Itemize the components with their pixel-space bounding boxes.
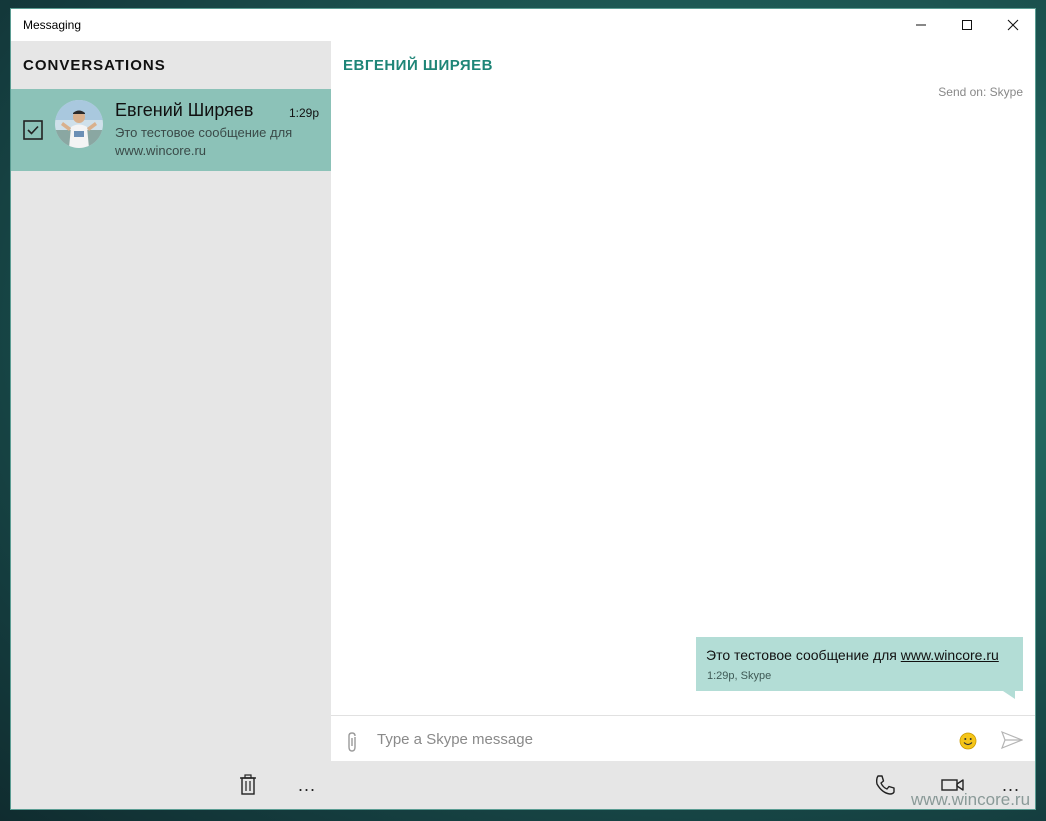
close-icon bbox=[1007, 19, 1019, 31]
contact-name: Евгений Ширяев bbox=[115, 100, 254, 120]
smiley-icon bbox=[959, 732, 977, 750]
message-bubble-tail bbox=[1003, 691, 1015, 699]
maximize-button[interactable] bbox=[944, 9, 990, 41]
delete-button[interactable] bbox=[230, 767, 266, 803]
conversation-item[interactable]: Евгений Ширяев 1:29p Это тестовое сообще… bbox=[11, 89, 331, 171]
send-button[interactable] bbox=[1000, 730, 1024, 754]
chat-contact-title: ЕВГЕНИЙ ШИРЯЕВ bbox=[343, 57, 494, 74]
message-link[interactable]: www.wincore.ru bbox=[901, 647, 999, 663]
message-meta: 1:29p, Skype bbox=[707, 670, 772, 682]
conversation-preview: Это тестовое сообщение для www.wincore.r… bbox=[115, 125, 293, 158]
conversations-pane: CONVERSATIONS Евгений Ширяев 1:29p Это т… bbox=[11, 41, 331, 770]
watermark-text: www.wincore.ru bbox=[911, 790, 1031, 809]
app-bar: ... ... bbox=[11, 761, 1035, 809]
window-title: Messaging bbox=[23, 18, 82, 32]
conversations-header: CONVERSATIONS bbox=[23, 57, 166, 74]
messaging-window: Messaging CONVERSATIONS Евгений Ширяев 1… bbox=[11, 9, 1035, 809]
more-options-button-left[interactable]: ... bbox=[289, 767, 325, 803]
close-button[interactable] bbox=[990, 9, 1035, 41]
checkbox-checked-icon bbox=[23, 120, 43, 140]
select-checkbox[interactable] bbox=[23, 120, 43, 145]
message-text: Это тестовое сообщение для www.wincore.r… bbox=[706, 647, 999, 663]
call-button[interactable] bbox=[867, 767, 903, 803]
attach-button[interactable] bbox=[345, 731, 359, 758]
message-input[interactable] bbox=[375, 722, 939, 756]
minimize-icon bbox=[916, 24, 926, 26]
phone-icon bbox=[875, 775, 895, 795]
message-bubble: Это тестовое сообщение для www.wincore.r… bbox=[696, 637, 1023, 691]
send-icon bbox=[1000, 730, 1024, 750]
avatar bbox=[55, 100, 103, 148]
paperclip-icon bbox=[348, 732, 356, 752]
trash-icon bbox=[240, 774, 256, 795]
conversation-time: 1:29p bbox=[288, 106, 319, 120]
send-on-selector[interactable]: Send on: Skype bbox=[938, 85, 1023, 99]
minimize-button[interactable] bbox=[898, 9, 944, 41]
contact-photo bbox=[55, 100, 103, 148]
emoji-button[interactable] bbox=[959, 732, 977, 755]
message-text-prefix: Это тестовое сообщение для bbox=[706, 647, 901, 663]
composer bbox=[331, 715, 1035, 762]
maximize-icon bbox=[962, 20, 972, 30]
title-bar: Messaging bbox=[11, 9, 1035, 41]
